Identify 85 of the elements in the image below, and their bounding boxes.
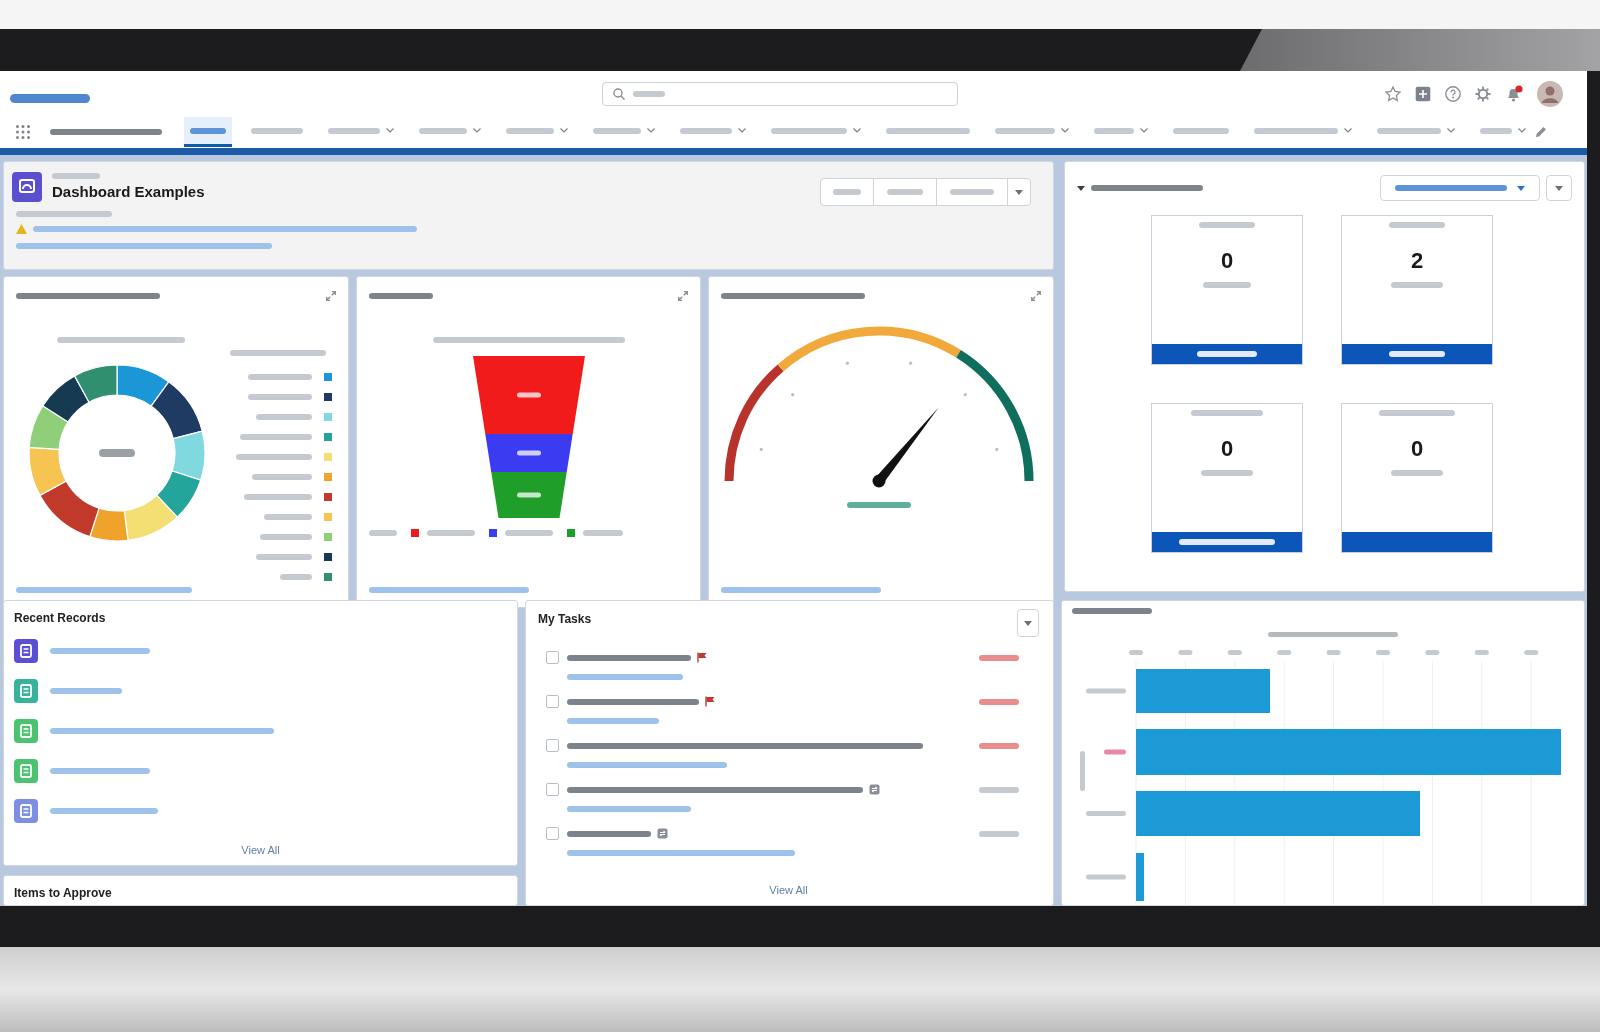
blurred-link[interactable] [721,587,882,593]
panel-title: My Tasks [538,612,592,627]
checkbox[interactable] [546,739,559,752]
toolbar-button[interactable] [820,178,874,206]
blurred-link[interactable] [567,850,795,856]
blurred-text [368,530,397,536]
view-all-link[interactable]: View All [769,883,808,897]
checkbox[interactable] [546,651,559,664]
blurred-text [1391,282,1443,288]
blurred-link[interactable] [567,806,691,812]
blurred-link[interactable] [567,762,727,768]
blurred-text [247,374,312,380]
tile-button[interactable] [1152,344,1302,364]
blurred-text [263,514,312,520]
blurred-link[interactable] [16,587,192,593]
blurred-text [1201,470,1253,476]
blurred-text [259,534,312,540]
blurred-text [582,530,623,536]
blurred-text [255,554,312,560]
view-all-link[interactable]: View All [241,843,280,857]
goal-count: 2 [1410,248,1424,274]
page-title: Dashboard Examples [52,183,205,201]
checkbox[interactable] [546,695,559,708]
blurred-link[interactable] [567,674,683,680]
caret-down-icon [1024,620,1032,626]
dropdown-button[interactable] [1380,175,1540,201]
menu-button[interactable] [1017,609,1039,637]
pencil-icon[interactable] [1535,126,1547,138]
goal-count: 0 [1220,248,1234,274]
blurred-text [255,414,312,420]
tile-button[interactable] [1152,532,1302,552]
panel-title: Recent Records [14,611,106,626]
blurred-text [1199,222,1255,228]
brand-logo[interactable] [10,94,90,103]
caret-down-icon [1517,185,1525,191]
blurred-text [426,530,475,536]
dashboard-icon [12,172,42,202]
star-icon[interactable] [1385,85,1401,102]
menu-button[interactable] [1546,175,1572,201]
blurred-link[interactable] [50,808,158,814]
blurred-link[interactable] [50,648,150,654]
blurred-text [279,574,312,580]
blurred-link[interactable] [50,688,122,694]
caret-down-icon [1015,189,1023,195]
expand-icon[interactable] [1031,291,1041,301]
blurred-text [243,494,312,500]
blurred-text [251,474,312,480]
blurred-text [52,173,100,179]
tile-button[interactable] [1342,344,1492,364]
blurred-text [247,394,312,400]
blurred-text [368,293,433,299]
gear-icon[interactable] [1475,85,1491,102]
bell-icon[interactable] [1505,84,1523,103]
blurred-text [504,530,553,536]
blurred-text [1391,470,1443,476]
search-field[interactable] [602,81,958,106]
checkbox[interactable] [546,827,559,840]
blurred-text [1191,410,1263,416]
blurred-text [847,502,912,508]
blurred-text [1389,222,1445,228]
blurred-link[interactable] [16,243,272,249]
nav-tab[interactable] [184,117,232,147]
goal-count: 0 [1410,436,1424,462]
tile-button[interactable] [1342,532,1492,552]
blurred-link[interactable] [50,768,150,774]
blurred-link[interactable] [567,718,659,724]
expand-icon[interactable] [325,291,336,301]
app-launcher-icon[interactable] [16,125,30,139]
blurred-link[interactable] [368,587,529,593]
blurred-link[interactable] [33,226,417,232]
expand-icon[interactable] [678,291,689,301]
blurred-link[interactable] [50,728,274,734]
toolbar-button[interactable] [873,178,937,206]
add-icon[interactable] [1415,85,1431,102]
checkbox[interactable] [546,783,559,796]
caret-down-icon [1555,185,1563,191]
search-icon [613,87,625,100]
dropdown-button[interactable] [1007,178,1031,206]
avatar-icon[interactable] [1537,80,1563,107]
goal-count: 0 [1220,436,1234,462]
caret-down-icon [1077,185,1085,191]
warning-icon [16,224,27,234]
blurred-text [1203,282,1251,288]
panel-title: Items to Approve [14,886,112,901]
help-icon[interactable] [1445,85,1461,102]
